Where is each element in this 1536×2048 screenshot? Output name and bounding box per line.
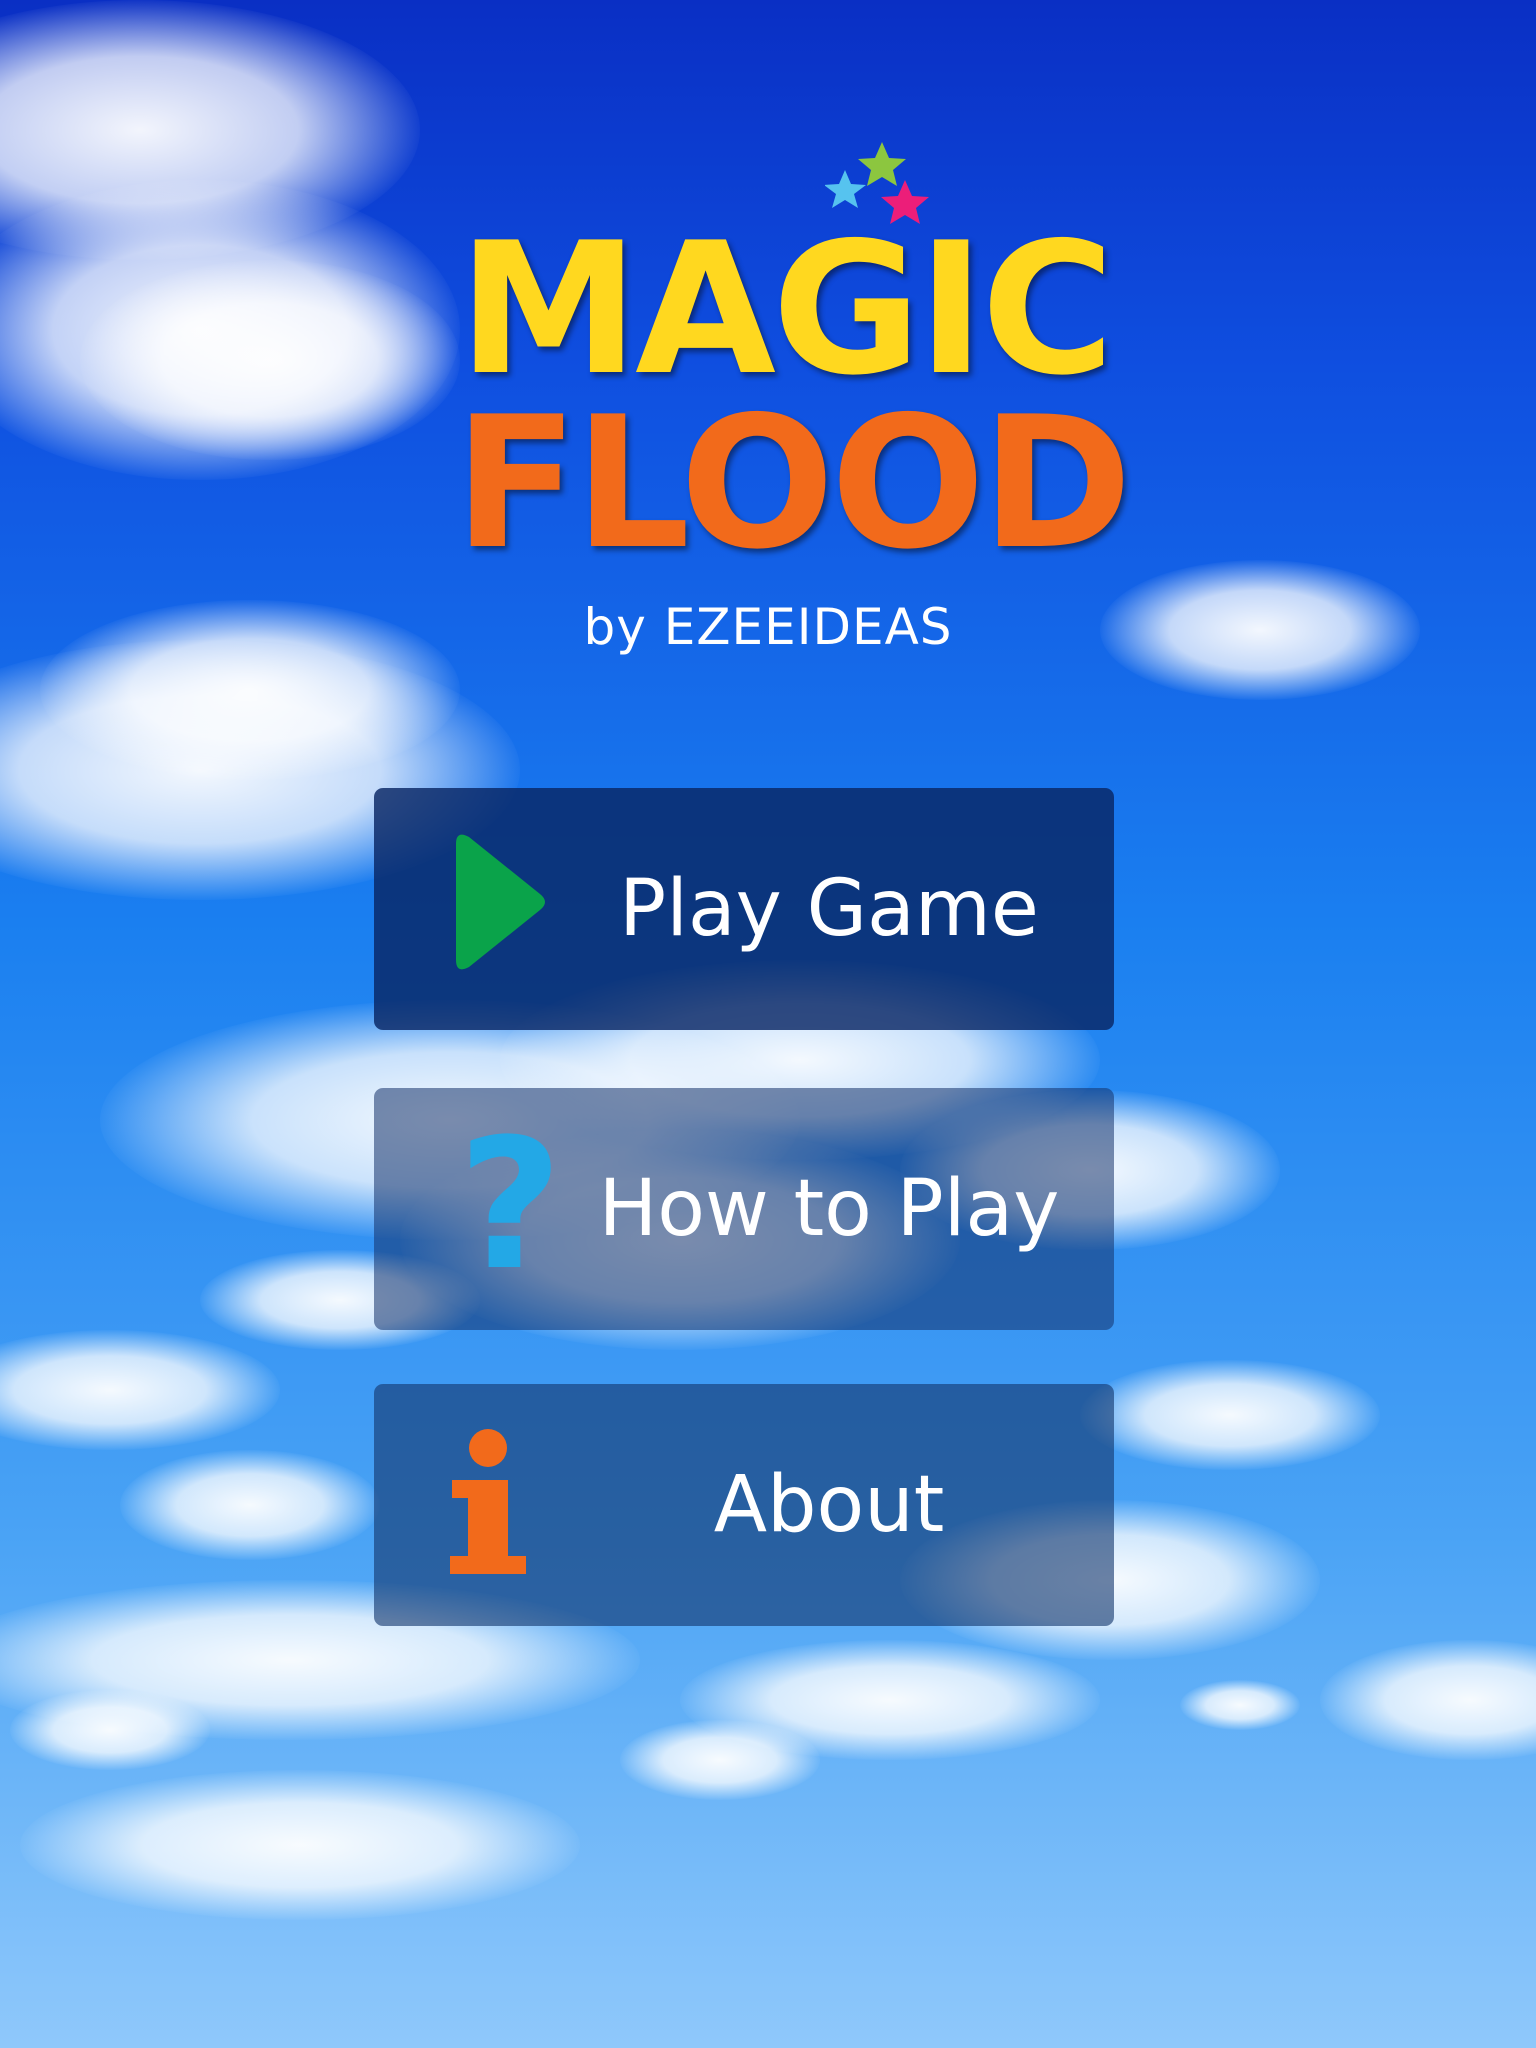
- game-logo: MAGIC FLOOD: [440, 130, 1132, 574]
- cloud: [1320, 1640, 1536, 1760]
- logo-flood-text: FLOOD: [454, 377, 1132, 589]
- green-star-icon: [858, 142, 906, 186]
- about-button[interactable]: About: [374, 1384, 1114, 1626]
- cloud: [20, 1770, 580, 1920]
- cloud: [120, 1450, 380, 1560]
- cloud: [1080, 1360, 1380, 1470]
- info-icon: [450, 1429, 526, 1574]
- how-to-play-button[interactable]: ? How to Play: [374, 1088, 1114, 1330]
- question-icon: ?: [458, 1101, 563, 1310]
- logo-magic-text: MAGIC: [458, 203, 1115, 415]
- play-game-button[interactable]: Play Game: [374, 788, 1114, 1030]
- play-icon: [456, 834, 545, 970]
- about-label: About: [713, 1460, 945, 1550]
- how-to-play-label: How to Play: [598, 1164, 1060, 1254]
- cloud: [0, 1330, 280, 1450]
- cloud: [620, 1720, 820, 1800]
- play-game-label: Play Game: [619, 864, 1039, 954]
- cloud: [80, 260, 460, 460]
- cloud: [1180, 1680, 1300, 1730]
- cloud: [10, 1690, 210, 1770]
- developer-byline: by EZEEIDEAS: [583, 598, 953, 656]
